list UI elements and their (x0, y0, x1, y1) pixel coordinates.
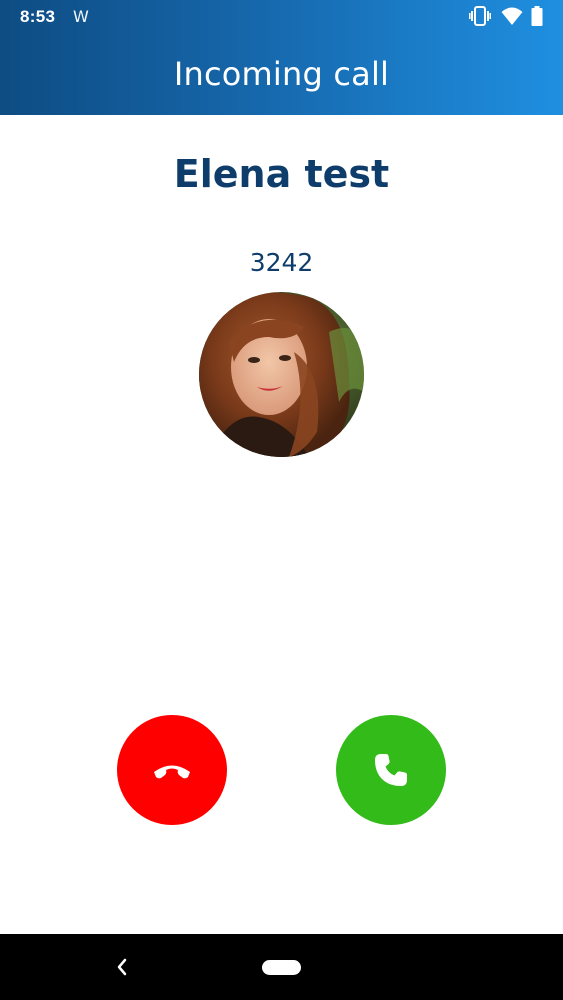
page-title: Incoming call (173, 55, 390, 93)
decline-button[interactable] (117, 715, 227, 825)
navigation-bar (0, 934, 563, 1000)
back-icon[interactable] (112, 956, 132, 978)
status-bar: 8:53 W (0, 0, 563, 33)
home-pill[interactable] (262, 960, 301, 975)
status-time: 8:53 (20, 7, 56, 26)
wifi-icon (501, 7, 523, 25)
notification-icon: W (73, 7, 89, 26)
battery-icon (531, 6, 543, 26)
caller-name: Elena test (173, 152, 390, 196)
caller-number: 3242 (249, 248, 314, 277)
vibrate-icon (469, 6, 491, 26)
phone-hangup-icon (154, 765, 190, 779)
answer-button[interactable] (336, 715, 446, 825)
app-header: 8:53 W Incoming call (0, 0, 563, 115)
caller-avatar (199, 292, 364, 457)
status-icons (469, 6, 545, 26)
caller-photo (199, 292, 364, 457)
phone-icon (375, 754, 407, 786)
